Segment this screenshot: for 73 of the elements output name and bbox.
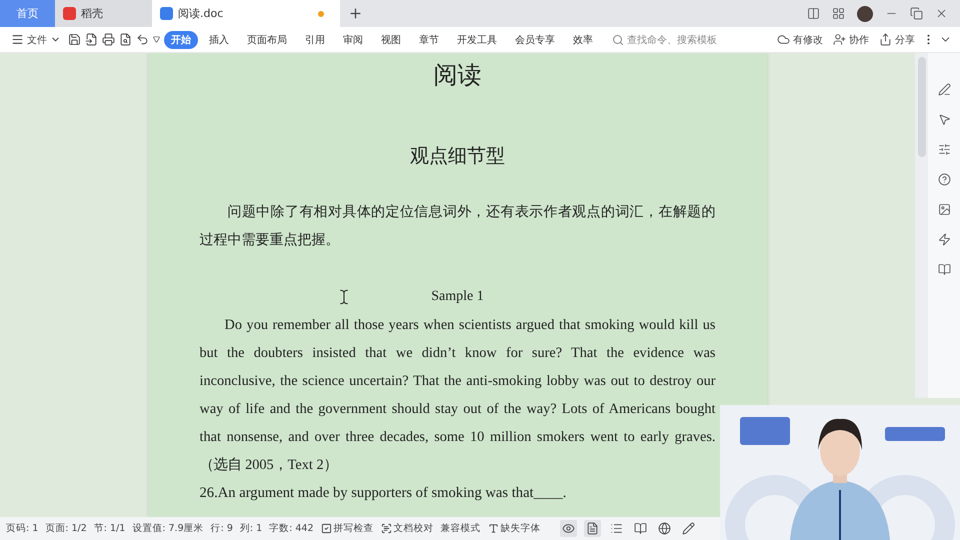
ribbon-tab[interactable]: 审阅: [336, 30, 370, 48]
status-item: 列: 1: [240, 522, 262, 535]
avatar[interactable]: [857, 6, 873, 22]
action-button[interactable]: 协作: [830, 32, 872, 46]
search-icon: [612, 34, 624, 46]
cloud-icon: [777, 33, 790, 46]
status-item[interactable]: 拼写检查: [320, 522, 374, 535]
paragraph: Do you remember all those years when scientists argued that smoking would kill us but the doubters insisted that we didn’t know for sure? That the evidence was inconclusive, the science uncertain? That the anti-smoking lobby was out to destroy our way of life and the government should stay out of the way? Lots of Americans bought that nonsense, and over three decades, some 10 million smokers went to early graves.（选自 2005，Text 2）: [200, 316, 716, 475]
ribbon-tab[interactable]: 章节: [412, 30, 446, 48]
restore-icon[interactable]: [910, 7, 923, 20]
status-item: 节: 1/1: [94, 522, 126, 535]
pointer-icon[interactable]: [938, 113, 950, 126]
action-button[interactable]: 分享: [876, 32, 918, 46]
status-item: 行: 9: [210, 522, 233, 535]
view-button[interactable]: [584, 520, 601, 537]
view-button[interactable]: [560, 520, 577, 537]
view-button[interactable]: [680, 520, 697, 537]
book-icon[interactable]: [938, 263, 950, 276]
tab[interactable]: 稻壳: [55, 0, 152, 27]
search-field[interactable]: 查找命令、搜索模板: [612, 32, 717, 46]
page-icon: [586, 522, 599, 535]
ribbon-tab[interactable]: 引用: [298, 30, 332, 48]
section-heading: 观点细节型: [409, 145, 506, 169]
pen-icon[interactable]: [938, 83, 950, 96]
checkbox-icon: [320, 523, 332, 534]
ribbon-tab[interactable]: 开始: [164, 30, 198, 48]
grid-icon[interactable]: [832, 7, 845, 20]
document-title: 阅读: [432, 62, 482, 91]
ribbon-tab[interactable]: 开发工具: [450, 30, 504, 48]
proof-icon: [380, 523, 392, 534]
menu-icon: [11, 33, 24, 46]
ribbon-tab[interactable]: 插入: [202, 30, 236, 48]
export-icon[interactable]: [85, 33, 98, 46]
sample-heading: Sample 1: [431, 288, 484, 306]
ribbon-tab[interactable]: 视图: [374, 30, 408, 48]
undo-icon[interactable]: [136, 33, 149, 46]
sliders-icon[interactable]: [938, 143, 950, 156]
scrollbar[interactable]: [915, 53, 928, 398]
close-icon[interactable]: [935, 7, 948, 20]
font-icon: [488, 523, 499, 534]
action-button[interactable]: 有修改: [774, 32, 826, 46]
preview-icon[interactable]: [119, 33, 132, 46]
file-menu[interactable]: 文件: [8, 32, 64, 46]
status-item: 设置值: 7.9厘米: [132, 522, 204, 535]
ribbon-tab[interactable]: 会员专享: [508, 30, 562, 48]
pen-icon: [682, 522, 695, 535]
tab[interactable]: 阅读.doc: [152, 0, 340, 27]
status-item: 页面: 1/2: [45, 522, 87, 535]
question: 26.An argument made by supporters of smoking was that____.: [200, 484, 568, 503]
paragraph: 问题中除了有相对具体的定位信息词外，还有表示作者观点的词汇，在解题的过程中需要重点把握。: [200, 203, 716, 250]
image-icon[interactable]: [938, 203, 950, 216]
layout-icon[interactable]: [807, 7, 820, 20]
status-item: 兼容模式: [440, 522, 481, 535]
share-icon: [879, 33, 892, 46]
ribbon-tab[interactable]: 页面布局: [240, 30, 294, 48]
dropdown-icon[interactable]: [153, 36, 160, 43]
eye-icon: [562, 522, 575, 535]
plus-icon: [348, 6, 363, 21]
document-icon: [160, 7, 173, 20]
status-item[interactable]: 缺失字体: [488, 522, 541, 535]
add-user-icon: [833, 33, 846, 46]
view-button[interactable]: [656, 520, 673, 537]
book-icon: [634, 522, 647, 535]
globe-icon: [658, 522, 671, 535]
print-icon[interactable]: [102, 33, 115, 46]
status-item[interactable]: 文档校对: [380, 522, 434, 535]
docer-icon: [63, 7, 76, 20]
lightning-icon[interactable]: [938, 233, 950, 246]
status-item: 字数: 442: [269, 522, 314, 535]
save-icon[interactable]: [68, 33, 81, 46]
ribbon-tab[interactable]: 效率: [566, 30, 600, 48]
help-icon[interactable]: [938, 173, 950, 186]
status-item: 页码: 1: [6, 522, 38, 535]
